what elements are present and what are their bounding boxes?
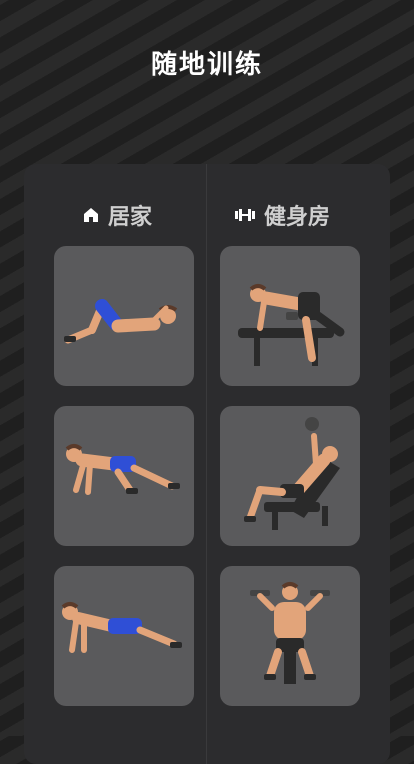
shoulder-press-exercise-card[interactable] xyxy=(220,566,360,706)
mountain-climber-illustration xyxy=(65,444,180,495)
page-title: 随地训练 xyxy=(150,50,263,80)
push-up-illustration xyxy=(61,602,182,653)
home-label: 居家 xyxy=(108,205,153,230)
bench-row-illustration xyxy=(238,284,345,366)
gym-label: 健身房 xyxy=(264,205,331,230)
push-up-exercise-card[interactable] xyxy=(54,566,194,706)
dumbbell-row-exercise-card[interactable] xyxy=(220,246,360,386)
incline-press-illustration xyxy=(244,417,340,530)
home-icon xyxy=(82,206,100,224)
tab-gym[interactable]: 健身房 xyxy=(234,200,330,230)
shoulder-press-illustration xyxy=(250,582,330,684)
incline-press-exercise-card[interactable] xyxy=(220,406,360,546)
tab-home[interactable]: 居家 xyxy=(82,200,152,230)
crunch-illustration xyxy=(64,299,178,344)
dumbbell-icon xyxy=(234,207,256,223)
workout-location-panel: 居家 健身房 xyxy=(24,164,390,764)
crunch-exercise-card[interactable] xyxy=(54,246,194,386)
mountain-climber-exercise-card[interactable] xyxy=(54,406,194,546)
column-divider xyxy=(206,164,207,764)
